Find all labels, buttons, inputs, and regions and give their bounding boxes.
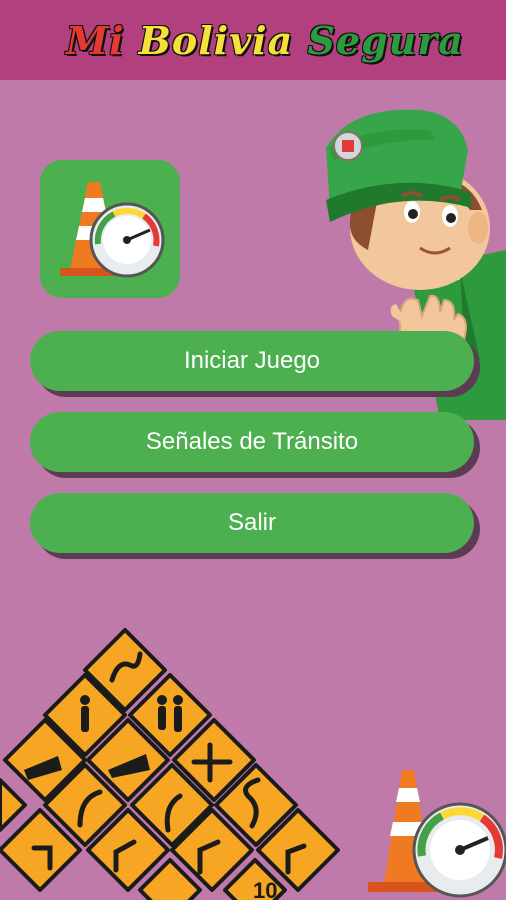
- road-signs-pile: 10: [0, 628, 340, 900]
- cone-speedometer-icon: [368, 770, 506, 898]
- svg-text:10: 10: [253, 878, 277, 900]
- app-title: Mi Bolivia Segura: [66, 18, 464, 68]
- title-bar: Mi Bolivia Segura: [0, 0, 506, 80]
- title-word-bolivia: Bolivia: [138, 18, 294, 63]
- title-word-segura: Segura: [307, 18, 464, 63]
- exit-button[interactable]: Salir: [30, 493, 474, 553]
- cone-speedometer-icon: [60, 182, 165, 278]
- start-game-button[interactable]: Iniciar Juego: [30, 331, 474, 391]
- traffic-signs-button[interactable]: Señales de Tránsito: [30, 412, 474, 472]
- app-logo: [40, 160, 180, 298]
- title-word-mi: Mi: [66, 18, 125, 63]
